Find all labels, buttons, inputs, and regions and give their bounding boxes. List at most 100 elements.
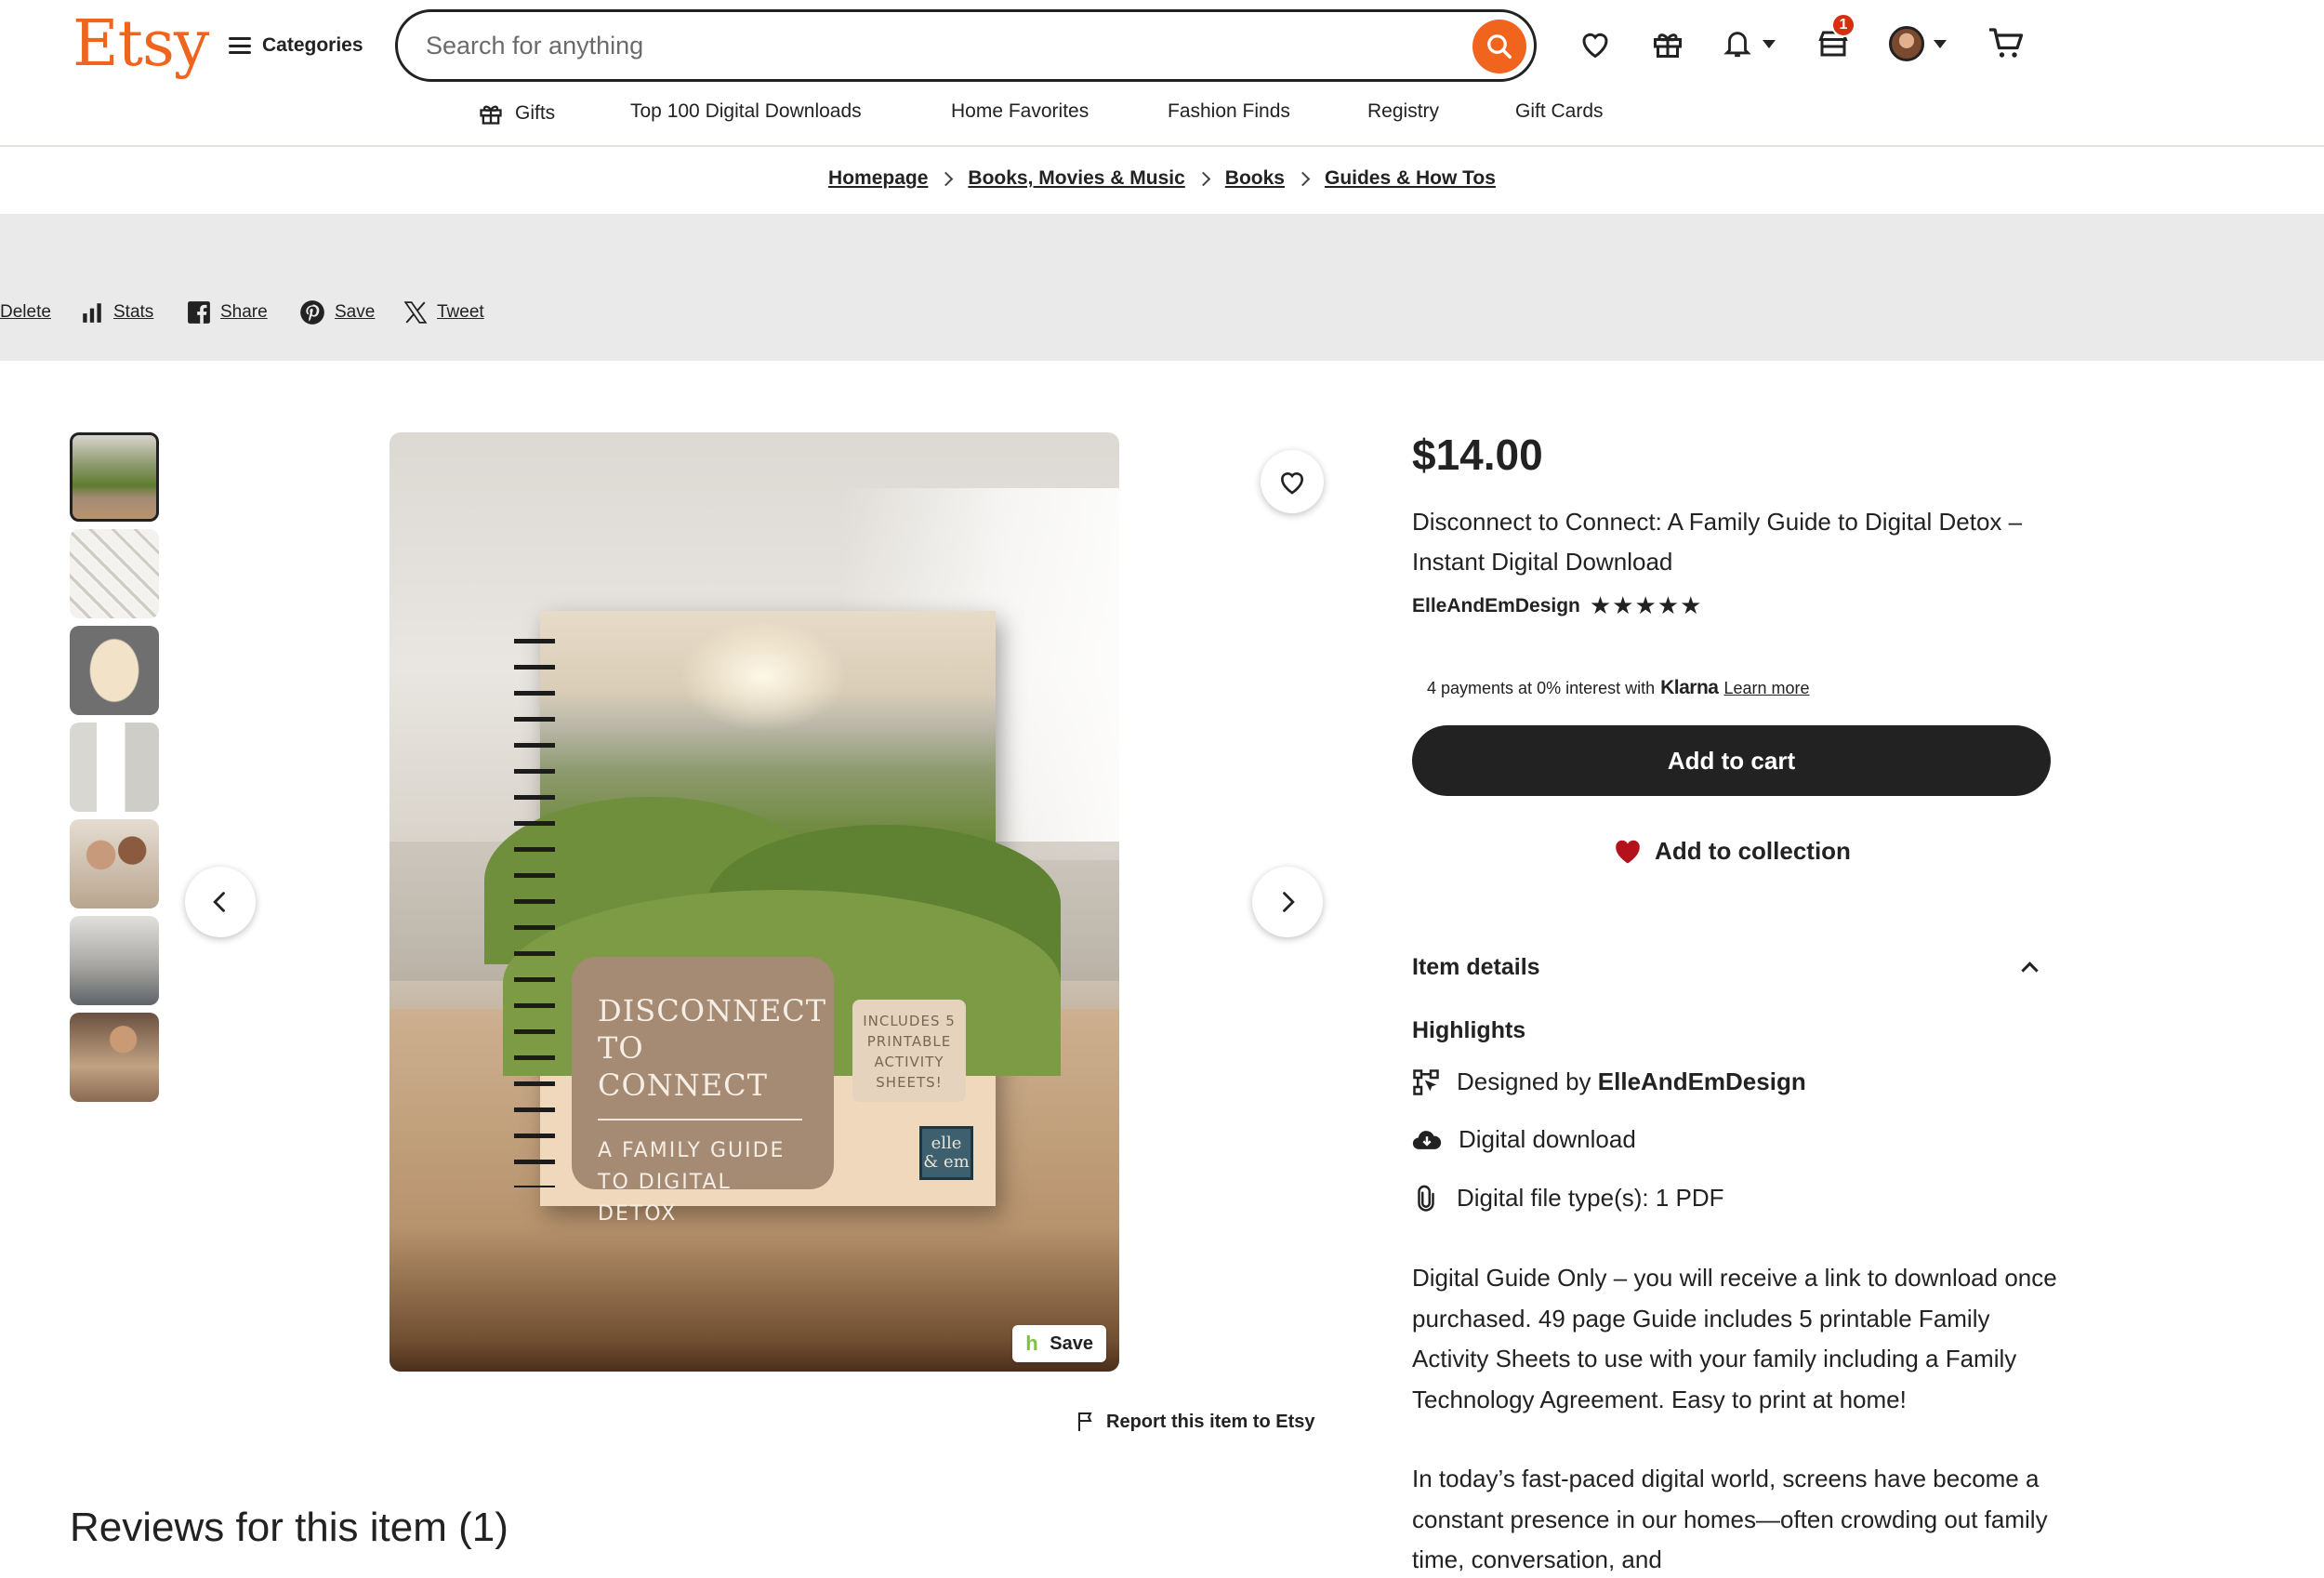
shop-name-link[interactable]: ElleAndEmDesign: [1412, 595, 1580, 617]
thumbnail-6[interactable]: [70, 916, 159, 1005]
site-header: Etsy Categories 1 Gifts Top 100 Digital …: [0, 0, 2324, 147]
gift-icon: [1654, 33, 1682, 58]
paperclip-icon: [1418, 1185, 1434, 1212]
klarna-learn-more-link[interactable]: Learn more: [1723, 679, 1809, 698]
thumbnail-7[interactable]: [70, 1013, 159, 1102]
chevron-right-icon: [939, 171, 954, 186]
designer-icon: [1413, 1068, 1439, 1095]
hamburger-icon: [229, 37, 251, 54]
price: $14.00: [1412, 431, 1543, 479]
etsy-logo[interactable]: Etsy: [73, 6, 209, 84]
breadcrumb-books[interactable]: Books: [1225, 167, 1285, 190]
stats-link[interactable]: Stats: [80, 296, 153, 329]
bell-icon: [1723, 32, 1751, 58]
designed-by-prefix: Designed by: [1457, 1067, 1591, 1095]
thumbnail-1[interactable]: [70, 432, 159, 522]
highlight-file-type: Digital file type(s): 1 PDF: [1412, 1184, 1724, 1213]
digital-download-label: Digital download: [1459, 1125, 1636, 1153]
nav-item-registry[interactable]: Registry: [1367, 100, 1439, 123]
tweet-link[interactable]: Tweet: [403, 296, 484, 329]
nav-item-top-100[interactable]: Top 100 Digital Downloads: [630, 100, 862, 123]
klarna-logo: Klarna: [1660, 677, 1719, 698]
thumbnail-2[interactable]: [70, 529, 159, 618]
category-nav: Gifts Top 100 Digital Downloads Home Fav…: [0, 97, 2324, 134]
houzz-save-label: Save: [1050, 1333, 1093, 1354]
heart-icon: [1582, 33, 1608, 59]
breadcrumb-homepage[interactable]: Homepage: [828, 167, 928, 190]
notifications-button[interactable]: [1722, 20, 1776, 67]
x-logo-icon: [403, 301, 428, 324]
thumbnail-4[interactable]: [70, 723, 159, 812]
file-type-label: Digital file type(s): 1 PDF: [1457, 1184, 1724, 1212]
search-bar: [395, 9, 1537, 82]
gift-mode-button[interactable]: [1651, 20, 1684, 67]
search-input[interactable]: [426, 25, 1448, 66]
next-image-button[interactable]: [1252, 867, 1323, 937]
cart-icon: [1989, 28, 2024, 58]
thumbnail-3[interactable]: [70, 626, 159, 715]
thumbnail-5[interactable]: [70, 819, 159, 908]
heart-filled-icon: [1616, 840, 1640, 864]
item-details-toggle[interactable]: Item details: [1412, 948, 2051, 986]
chevron-right-icon: [1283, 892, 1295, 912]
share-link[interactable]: Share: [187, 296, 268, 329]
breadcrumb-guides[interactable]: Guides & How Tos: [1325, 167, 1496, 190]
report-label: Report this item to Etsy: [1106, 1411, 1315, 1432]
favorite-item-button[interactable]: [1261, 450, 1324, 513]
chevron-right-icon: [1195, 171, 1211, 186]
item-details-heading: Item details: [1412, 953, 1540, 980]
description-paragraph-1: Digital Guide Only – you will receive a …: [1412, 1264, 2057, 1413]
chevron-left-icon: [213, 892, 225, 912]
klarna-text: 4 payments at 0% interest with: [1427, 678, 1656, 697]
add-to-cart-button[interactable]: Add to cart: [1412, 725, 2051, 796]
avatar: [1889, 26, 1924, 61]
report-item-link[interactable]: Report this item to Etsy: [1075, 1410, 1314, 1434]
search-button[interactable]: [1472, 20, 1526, 73]
chevron-up-icon: [2021, 961, 2039, 979]
cover-sun: [680, 620, 847, 732]
book-mockup: DISCONNECT TO CONNECT A FAMILY GUIDE TO …: [484, 611, 1061, 1226]
cart-button[interactable]: [1987, 20, 2025, 67]
klarna-info: 4 payments at 0% interest with Klarna Le…: [1427, 677, 1810, 699]
categories-button[interactable]: Categories: [229, 26, 363, 65]
nav-item-fashion-finds[interactable]: Fashion Finds: [1168, 100, 1290, 123]
reviews-heading: Reviews for this item (1): [70, 1505, 508, 1550]
designed-by-shop-link[interactable]: ElleAndEmDesign: [1598, 1067, 1806, 1095]
breadcrumb-books-movies-music[interactable]: Books, Movies & Music: [968, 167, 1184, 190]
pinterest-save-link[interactable]: Save: [299, 296, 375, 329]
cover-brand-mark: elle & em: [919, 1126, 973, 1180]
pinterest-icon: [300, 300, 324, 325]
houzz-save-button[interactable]: h Save: [1012, 1325, 1106, 1362]
share-label: Share: [220, 302, 268, 322]
categories-label: Categories: [262, 34, 363, 56]
chevron-down-icon: [1934, 39, 1947, 48]
nav-item-gifts[interactable]: Gifts: [478, 100, 555, 126]
favorites-button[interactable]: [1578, 20, 1612, 67]
cloud-download-icon: [1412, 1130, 1442, 1149]
highlight-digital-download: Digital download: [1412, 1125, 1636, 1154]
shop-info: ElleAndEmDesign ★★★★★: [1412, 591, 1702, 620]
add-to-collection-button[interactable]: Add to collection: [1412, 828, 2051, 874]
houzz-icon: h: [1025, 1332, 1038, 1355]
flag-icon: [1078, 1412, 1092, 1431]
rating-stars[interactable]: ★★★★★: [1590, 591, 1703, 620]
shop-manager-button[interactable]: 1: [1816, 13, 1855, 67]
highlights-heading: Highlights: [1412, 1017, 1526, 1043]
cover-sticker: INCLUDES 5 PRINTABLE ACTIVITY SHEETS!: [852, 1000, 966, 1102]
highlight-designed-by: Designed by ElleAndEmDesign: [1412, 1067, 1806, 1096]
bar-chart-icon: [83, 303, 101, 323]
product-title: Disconnect to Connect: A Family Guide to…: [1412, 508, 2023, 576]
nav-item-home-favorites[interactable]: Home Favorites: [951, 100, 1089, 123]
account-menu-button[interactable]: [1889, 20, 1947, 67]
nav-item-label: Gifts: [515, 102, 556, 124]
breadcrumb: Homepage Books, Movies & Music Books Gui…: [0, 162, 2324, 195]
gift-icon: [480, 105, 502, 125]
notification-badge: 1: [1831, 13, 1855, 37]
spiral-binding: [514, 630, 555, 1187]
previous-image-button[interactable]: [185, 867, 256, 937]
delete-link[interactable]: Delete: [0, 296, 51, 329]
tweet-label: Tweet: [437, 302, 484, 322]
nav-item-gift-cards[interactable]: Gift Cards: [1515, 100, 1604, 123]
main-product-image[interactable]: DISCONNECT TO CONNECT A FAMILY GUIDE TO …: [390, 432, 1119, 1372]
facebook-icon: [188, 301, 210, 324]
